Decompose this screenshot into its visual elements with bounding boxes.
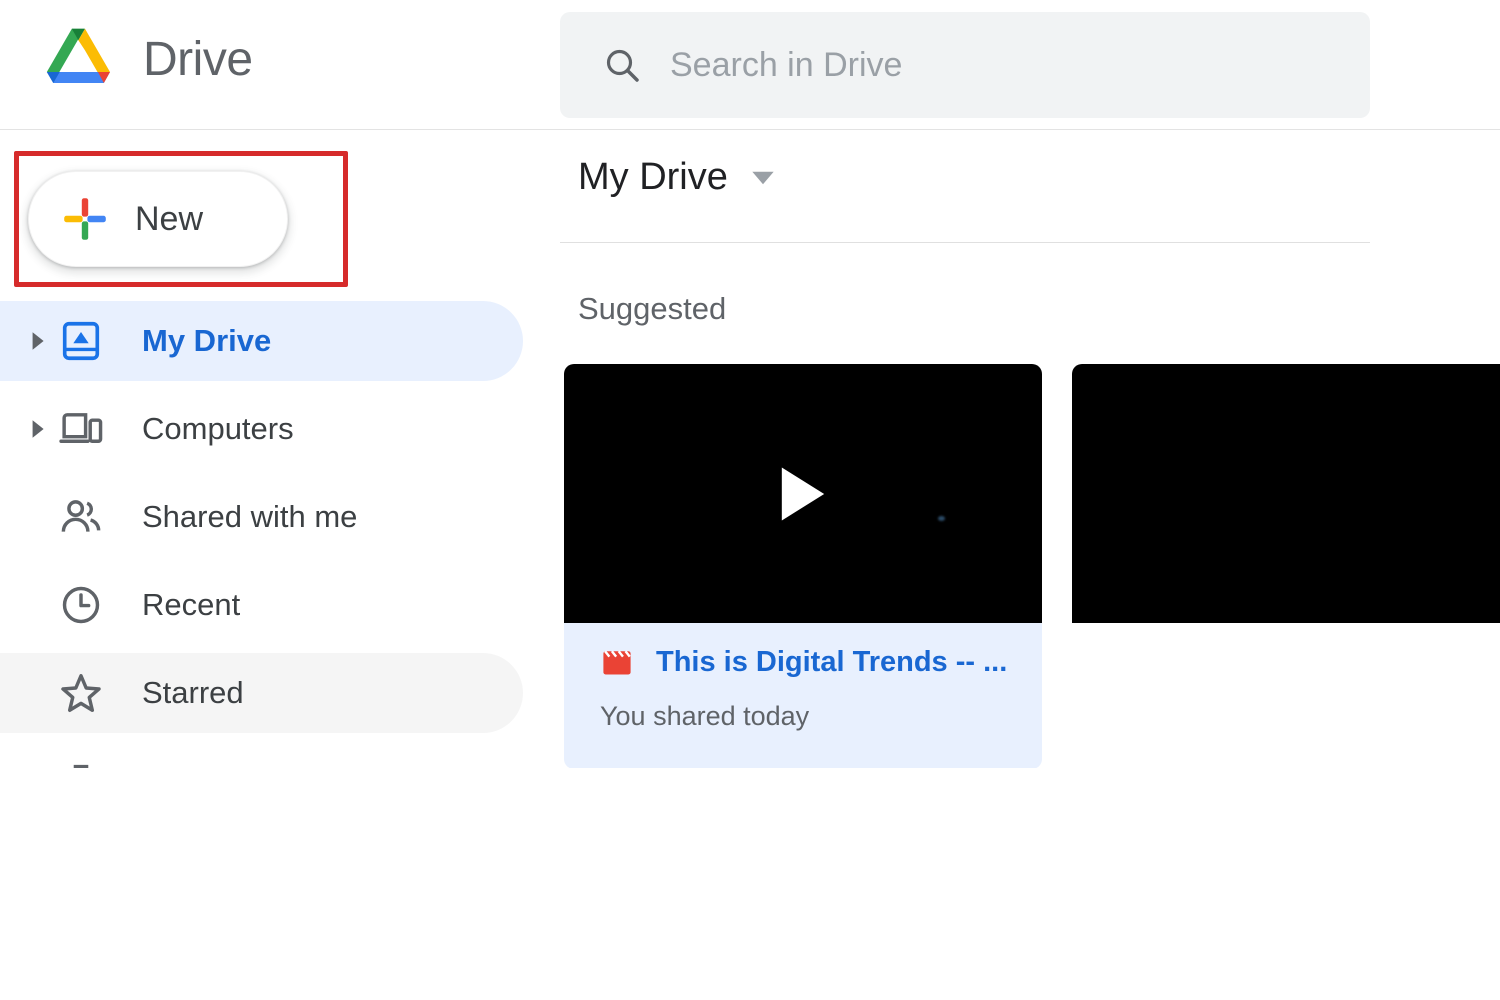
file-card[interactable] [1072,364,1500,768]
brand[interactable]: Drive [45,24,253,96]
new-button-label: New [135,199,204,238]
search-icon [606,49,639,82]
expand-caret-icon[interactable] [26,330,48,352]
file-title[interactable]: This is Digital Trends -- ... [656,646,1007,679]
people-icon [61,500,101,532]
sidebar-item-label: Starred [142,675,244,710]
plus-icon [64,198,106,240]
sidebar-item-trash[interactable]: Trash [0,737,560,768]
breadcrumb[interactable]: My Drive [578,156,776,199]
play-icon[interactable] [776,464,830,524]
browser-viewport: Drive New [0,0,1500,768]
sidebar-nav-list: My Drive Computers Shared with me Recent… [0,297,560,768]
chevron-down-icon[interactable] [750,170,776,186]
sidebar-item-shared-with-me[interactable]: Shared with me [0,473,560,561]
file-thumbnail[interactable] [1072,364,1500,623]
breadcrumb-title: My Drive [578,156,728,198]
sidebar-item-label: Shared with me [142,499,358,534]
sidebar-item-label: Computers [142,411,294,446]
sidebar-item-recent[interactable]: Recent [0,561,560,649]
sidebar-item-label: My Drive [142,323,272,358]
sidebar-item-computers[interactable]: Computers [0,385,560,473]
star-icon [61,674,101,712]
video-clapperboard-icon [603,650,631,675]
suggested-card-row: This is Digital Trends -- ... You shared… [564,364,1500,768]
drive-hdd-icon [62,321,100,361]
app-title: Drive [143,33,253,86]
header-divider [560,242,1370,243]
suggested-section-title: Suggested [578,291,727,326]
main-content: My Drive Suggested This is Digital Trend… [560,131,1500,768]
clock-icon [62,586,100,624]
thumbnail-detail-speck [938,516,945,521]
sidebar-item-my-drive[interactable]: My Drive [0,297,560,385]
sidebar-item-starred[interactable]: Starred [0,649,560,737]
search-input[interactable] [670,45,1370,85]
file-subtitle: You shared today [600,701,810,731]
file-title-row: This is Digital Trends -- ... [600,645,1024,679]
sidebar-item-label: Trash [142,763,220,768]
google-drive-page: Drive New [0,0,1500,1000]
computer-icon [59,413,103,443]
sidebar-item-label: Recent [142,587,241,622]
top-bar: Drive [0,0,1500,130]
sidebar: New My Drive Computers Shared with me Re… [0,131,560,768]
new-button[interactable]: New [28,171,288,267]
search-bar[interactable] [560,12,1370,118]
file-card-footer: This is Digital Trends -- ... You shared… [564,623,1042,768]
google-drive-logo-icon [46,28,111,83]
expand-caret-icon[interactable] [26,418,48,440]
file-thumbnail[interactable] [564,364,1042,623]
file-card[interactable]: This is Digital Trends -- ... You shared… [564,364,1042,768]
trash-icon [73,764,89,768]
